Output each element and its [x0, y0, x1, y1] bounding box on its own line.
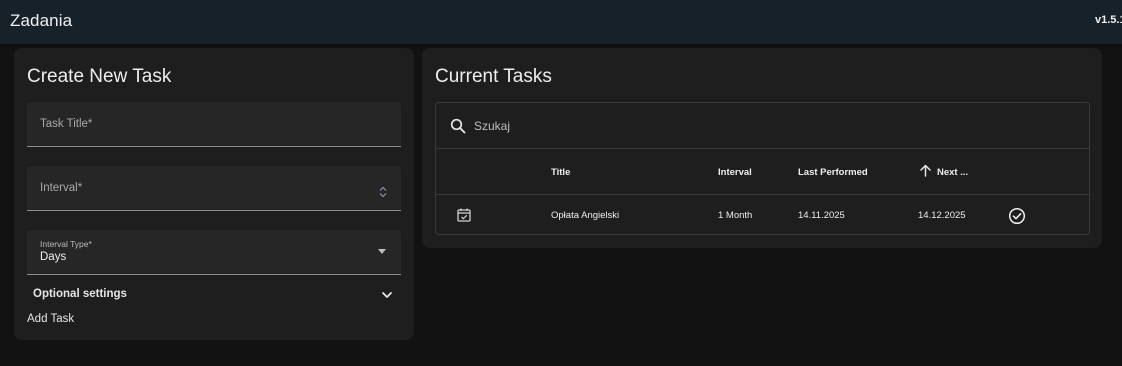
- check-circle-icon[interactable]: [1008, 207, 1026, 225]
- table-row[interactable]: Opłata Angielski 1 Month 14.11.2025 14.1…: [436, 195, 1089, 235]
- search-bar: [436, 103, 1089, 149]
- interval-type-select[interactable]: Interval Type* Days: [27, 230, 401, 275]
- optional-settings-label: Optional settings: [33, 288, 127, 300]
- column-header-title[interactable]: Title: [551, 167, 570, 178]
- tasks-table: Title Interval Last Performed Next ... O…: [435, 102, 1090, 235]
- app-title: Zadania: [10, 11, 73, 30]
- calendar-check-icon: [457, 208, 471, 222]
- search-input[interactable]: [474, 116, 774, 136]
- dropdown-caret-icon: [378, 249, 386, 254]
- task-next-cell: 14.12.2025: [918, 210, 966, 221]
- column-header-next[interactable]: Next ...: [937, 167, 968, 178]
- search-icon: [450, 118, 466, 134]
- app-bar: Zadania v1.5.1: [0, 0, 1122, 44]
- chevron-down-icon: [382, 292, 392, 298]
- interval-label: Interval*: [40, 182, 83, 194]
- current-tasks-card: Current Tasks Title Interval Last Perfor…: [422, 48, 1102, 248]
- number-spinner-icon[interactable]: [379, 186, 387, 198]
- interval-field[interactable]: Interval*: [27, 166, 401, 211]
- create-task-title: Create New Task: [27, 66, 172, 87]
- task-interval-cell: 1 Month: [718, 210, 753, 221]
- table-header: Title Interval Last Performed Next ...: [436, 149, 1089, 195]
- create-task-card: Create New Task Task Title* Interval* In…: [14, 48, 414, 340]
- optional-settings-toggle[interactable]: Optional settings: [33, 287, 393, 305]
- interval-type-value: Days: [40, 251, 67, 263]
- current-tasks-title: Current Tasks: [435, 66, 552, 87]
- version-label: v1.5.1: [1095, 14, 1122, 26]
- sort-ascending-icon[interactable]: [919, 164, 932, 177]
- task-title-field[interactable]: Task Title*: [27, 102, 401, 147]
- interval-type-label: Interval Type*: [40, 239, 92, 249]
- add-task-button[interactable]: Add Task: [27, 313, 74, 325]
- column-header-interval[interactable]: Interval: [718, 167, 752, 178]
- task-last-performed-cell: 14.11.2025: [798, 210, 845, 221]
- task-title-label: Task Title*: [40, 118, 93, 130]
- task-title-cell: Opłata Angielski: [551, 210, 620, 221]
- column-header-last-performed[interactable]: Last Performed: [798, 167, 868, 178]
